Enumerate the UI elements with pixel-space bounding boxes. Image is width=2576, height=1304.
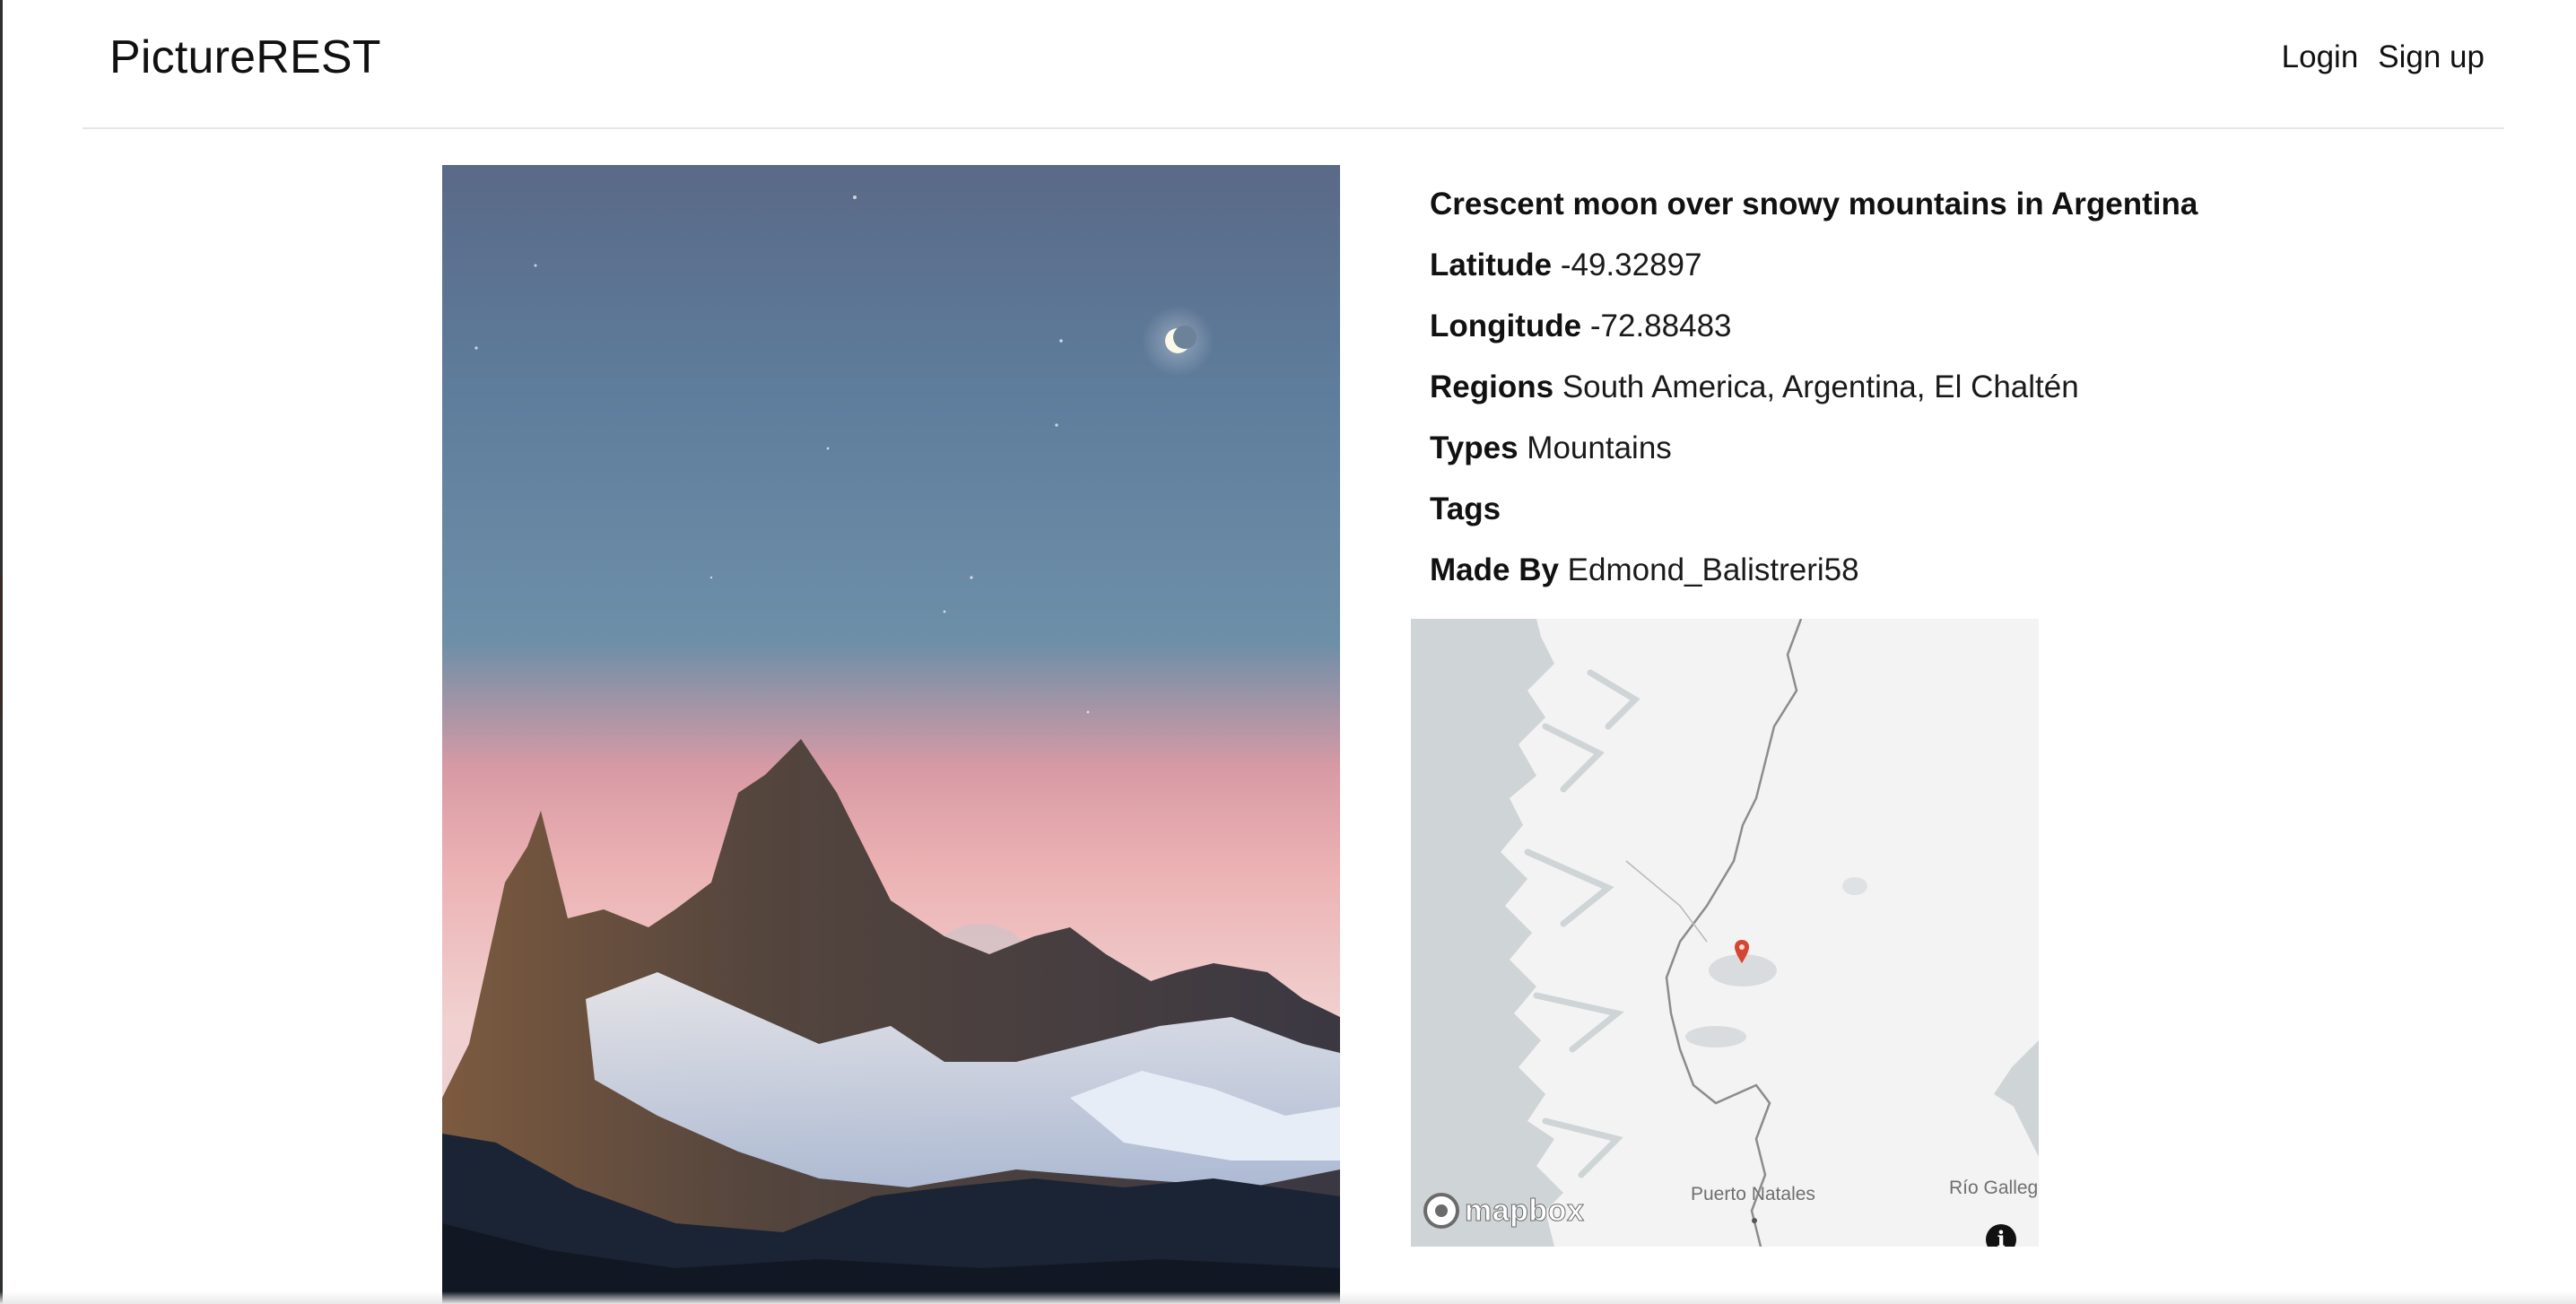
made-by-row: Made By Edmond_Balistreri58 <box>1430 548 2197 609</box>
mapbox-mark-icon <box>1423 1193 1459 1229</box>
tags-label: Tags <box>1430 491 1501 526</box>
regions-label: Regions <box>1430 369 1554 404</box>
photo-title-row: Crescent moon over snowy mountains in Ar… <box>1430 182 2197 243</box>
photo-details: Crescent moon over snowy mountains in Ar… <box>1430 182 2197 609</box>
types-row: Types Mountains <box>1430 426 2197 487</box>
longitude-value: -72.88483 <box>1589 309 1732 343</box>
made-by-value[interactable]: Edmond_Balistreri58 <box>1568 552 1859 587</box>
latitude-label: Latitude <box>1430 248 1553 283</box>
brand-logo[interactable]: PictureREST <box>109 30 381 84</box>
map-label-puerto-natales: Puerto Natales <box>1691 1184 1815 1204</box>
made-by-label: Made By <box>1430 552 1559 587</box>
longitude-label: Longitude <box>1430 309 1582 343</box>
main-photo <box>442 165 1340 1304</box>
photo-title: Crescent moon over snowy mountains in Ar… <box>1430 187 2198 222</box>
types-value: Mountains <box>1527 430 1672 465</box>
map-marker-icon[interactable] <box>1735 940 1749 963</box>
nav-links: Login Sign up <box>2282 39 2485 75</box>
window-edge <box>0 0 3 1304</box>
mapbox-logo-icon[interactable]: mapbox <box>1423 1193 1584 1229</box>
signup-link[interactable]: Sign up <box>2378 39 2485 75</box>
longitude-row: Longitude -72.88483 <box>1430 304 2197 365</box>
latitude-value: -49.32897 <box>1560 248 1702 283</box>
navbar: PictureREST Login Sign up <box>83 0 2504 129</box>
login-link[interactable]: Login <box>2282 39 2359 75</box>
map-town-marker <box>1752 1218 1757 1223</box>
regions-row: Regions South America, Argentina, El Cha… <box>1430 365 2197 426</box>
latitude-row: Latitude -49.32897 <box>1430 243 2197 304</box>
map-label-rio-gallegos: Río Galleg <box>1949 1178 2039 1198</box>
types-label: Types <box>1430 430 1519 465</box>
regions-value: South America, Argentina, El Chaltén <box>1562 369 2079 404</box>
mapbox-logo-text: mapbox <box>1464 1193 1585 1228</box>
window-edge-accent <box>0 574 3 717</box>
bottom-shadow <box>0 1291 2576 1304</box>
tags-row: Tags <box>1430 487 2197 548</box>
location-map[interactable]: Puerto Natales Río Galleg mapbox i <box>1411 619 2039 1247</box>
